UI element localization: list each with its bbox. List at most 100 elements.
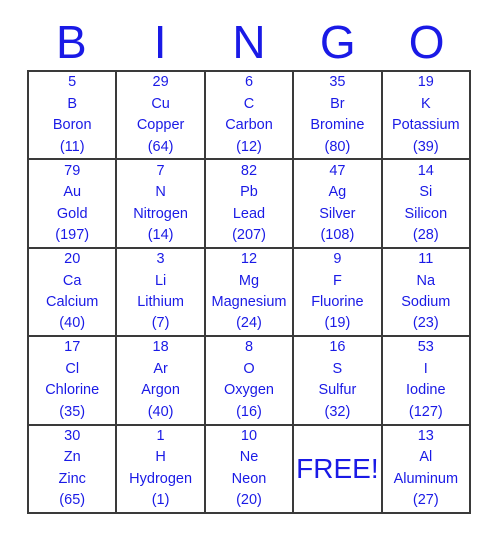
cell-atomic-mass: (64): [147, 138, 174, 155]
bingo-cell[interactable]: 12 Mg Magnesium (24): [205, 248, 295, 338]
cell-atomic-mass: (80): [324, 138, 351, 155]
cell-element-name: Lithium: [137, 293, 184, 310]
cell-atomic-mass: (108): [320, 227, 355, 244]
cell-symbol: Na: [416, 272, 436, 289]
bingo-cell[interactable]: 8 O Oxygen (16): [205, 337, 295, 426]
cell-atomic-number: 5: [68, 74, 77, 91]
cell-symbol: O: [243, 360, 255, 377]
cell-symbol: Ag: [328, 184, 347, 201]
cell-atomic-mass: (11): [59, 138, 85, 155]
bingo-cell[interactable]: 7 N Nitrogen (14): [117, 160, 206, 249]
bingo-cell[interactable]: 53 I Iodine (127): [382, 337, 471, 426]
cell-atomic-number: 35: [329, 74, 346, 91]
cell-atomic-mass: (197): [55, 227, 90, 244]
bingo-cell[interactable]: 1 H Hydrogen (1): [117, 425, 206, 514]
cell-element-name: Magnesium: [211, 293, 287, 310]
cell-symbol: Br: [330, 95, 345, 112]
cell-atomic-number: 79: [64, 162, 81, 179]
cell-element-name: Sodium: [401, 293, 451, 310]
cell-symbol: H: [155, 449, 166, 466]
cell-atomic-mass: (127): [408, 403, 443, 420]
cell-atomic-number: 53: [417, 339, 434, 356]
cell-element-name: Iodine: [406, 382, 446, 399]
bingo-cell[interactable]: 14 Si Silicon (28): [382, 160, 471, 249]
cell-symbol: Al: [419, 449, 433, 466]
cell-atomic-number: 10: [240, 427, 258, 444]
cell-atomic-number: 30: [64, 427, 81, 444]
cell-atomic-mass: (40): [59, 315, 86, 332]
bingo-cell[interactable]: 79 Au Gold (197): [29, 160, 118, 249]
cell-element-name: Gold: [56, 205, 88, 222]
cell-symbol: I: [423, 360, 428, 377]
cell-symbol: Cu: [151, 95, 170, 112]
cell-atomic-mass: (207): [232, 227, 266, 244]
cell-element-name: Fluorine: [311, 293, 364, 310]
cell-element-name: Potassium: [391, 117, 460, 134]
cell-atomic-number: 12: [240, 251, 258, 268]
cell-atomic-mass: (20): [236, 492, 262, 509]
bingo-cell[interactable]: 82 Pb Lead (207): [205, 160, 295, 249]
cell-atomic-number: 47: [329, 162, 346, 179]
cell-symbol: B: [67, 95, 78, 112]
cell-atomic-number: 82: [240, 162, 258, 179]
bingo-cell[interactable]: 3 Li Lithium (7): [117, 248, 206, 338]
bingo-cell[interactable]: 35 Br Bromine (80): [294, 72, 383, 161]
bingo-cell[interactable]: 9 F Fluorine (19): [294, 248, 383, 338]
cell-element-name: Sulfur: [318, 382, 357, 399]
cell-atomic-mass: (24): [236, 315, 262, 332]
cell-symbol: Si: [419, 184, 433, 201]
cell-element-name: Bromine: [310, 117, 365, 134]
bingo-cell[interactable]: 20 Ca Calcium (40): [29, 248, 118, 338]
cell-atomic-number: 14: [417, 162, 434, 179]
cell-element-name: Zinc: [58, 470, 86, 487]
cell-element-name: Aluminum: [393, 470, 459, 487]
cell-element-name: Chlorine: [45, 382, 100, 399]
bingo-cell[interactable]: 6 C Carbon (12): [205, 72, 295, 161]
cell-atomic-number: 13: [417, 427, 434, 444]
cell-atomic-number: 9: [333, 251, 342, 268]
cell-symbol: Ne: [239, 449, 259, 466]
cell-element-name: Argon: [141, 382, 180, 399]
cell-atomic-number: 17: [64, 339, 81, 356]
cell-atomic-number: 8: [244, 339, 254, 356]
cell-symbol: C: [243, 95, 255, 112]
cell-atomic-mass: (28): [412, 227, 439, 244]
bingo-cell[interactable]: 10 Ne Neon (20): [205, 425, 295, 514]
cell-element-name: Copper: [136, 117, 185, 134]
cell-element-name: Lead: [232, 205, 266, 222]
cell-atomic-number: 11: [418, 251, 434, 268]
bingo-cell[interactable]: 18 Ar Argon (40): [117, 337, 206, 426]
bingo-cell[interactable]: 47 Ag Silver (108): [294, 160, 383, 249]
bingo-cell[interactable]: 17 Cl Chlorine (35): [29, 337, 118, 426]
cell-atomic-number: 6: [244, 74, 254, 91]
cell-atomic-mass: (1): [151, 492, 170, 509]
bingo-cell[interactable]: 19 K Potassium (39): [382, 72, 471, 161]
cell-atomic-mass: (14): [147, 227, 174, 244]
header-letter-i: I: [153, 16, 167, 68]
cell-element-name: Silicon: [404, 205, 448, 222]
bingo-free-cell[interactable]: FREE!: [294, 425, 383, 514]
cell-symbol: N: [155, 184, 166, 201]
cell-atomic-mass: (12): [236, 138, 262, 155]
cell-symbol: F: [332, 272, 342, 289]
cell-element-name: Boron: [52, 117, 92, 134]
header-letter-n: N: [232, 16, 266, 68]
bingo-cell[interactable]: 5 B Boron (11): [29, 72, 118, 161]
bingo-cell[interactable]: 16 S Sulfur (32): [294, 337, 383, 426]
cell-atomic-mass: (39): [412, 138, 439, 155]
cell-symbol: Cl: [65, 360, 80, 377]
cell-symbol: Au: [63, 184, 82, 201]
bingo-cell[interactable]: 11 Na Sodium (23): [382, 248, 471, 338]
bingo-cell[interactable]: 13 Al Aluminum (27): [382, 425, 471, 514]
cell-element-name: Silver: [319, 205, 356, 222]
cell-element-name: Calcium: [46, 293, 99, 310]
cell-symbol: Zn: [63, 449, 81, 466]
cell-atomic-number: 3: [156, 251, 165, 268]
bingo-cell[interactable]: 29 Cu Copper (64): [117, 72, 206, 161]
cell-atomic-number: 7: [156, 162, 165, 179]
cell-atomic-number: 16: [329, 339, 346, 356]
cell-atomic-number: 20: [64, 251, 81, 268]
cell-symbol: Li: [154, 272, 167, 289]
bingo-cell[interactable]: 30 Zn Zinc (65): [29, 425, 118, 514]
cell-atomic-mass: (16): [236, 403, 262, 420]
